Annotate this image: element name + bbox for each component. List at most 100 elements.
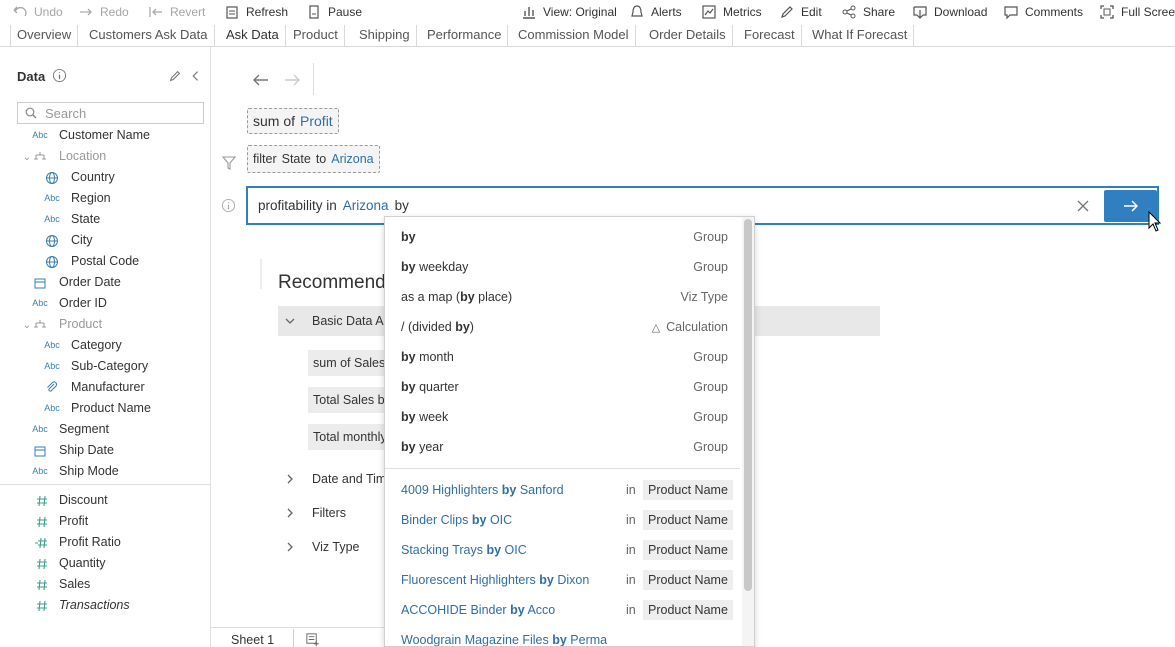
- rec-item[interactable]: Total monthly: [308, 424, 386, 450]
- field-item[interactable]: Abc Category: [0, 336, 210, 356]
- field-item[interactable]: Abc Ship Mode: [0, 462, 210, 482]
- value-item[interactable]: Fluorescent Highlighters by Dixon in Produ…: [385, 565, 740, 595]
- field-item[interactable]: Order Date: [0, 273, 210, 293]
- back-arrow-icon[interactable]: [252, 72, 270, 88]
- field-item[interactable]: ⌄ Location: [0, 147, 210, 167]
- in-label: in: [626, 513, 636, 527]
- field-item[interactable]: Ship Date: [0, 441, 210, 461]
- field-item[interactable]: Abc Order ID: [0, 294, 210, 314]
- chevron-right-icon[interactable]: [286, 542, 294, 552]
- edit-button[interactable]: Edit: [779, 0, 822, 24]
- redo-button[interactable]: Redo: [78, 0, 129, 24]
- value-item[interactable]: Stacking Trays by OIC in Product Name: [385, 535, 740, 565]
- field-item[interactable]: ⌄ Product: [0, 315, 210, 335]
- new-sheet-icon[interactable]: [305, 632, 320, 647]
- field-item[interactable]: Abc Product Name: [0, 399, 210, 419]
- download-button[interactable]: Download: [912, 0, 987, 24]
- measure-item[interactable]: Discount: [0, 491, 210, 511]
- chevron-right-icon[interactable]: [286, 474, 294, 484]
- query-text-state: Arizona: [342, 198, 389, 213]
- tab-forecast[interactable]: Forecast: [738, 25, 802, 46]
- rec-item[interactable]: Total Sales by: [308, 387, 386, 413]
- tab-shipping[interactable]: Shipping: [353, 25, 417, 46]
- tab-order-details[interactable]: Order Details: [643, 25, 733, 46]
- share-button[interactable]: Share: [841, 0, 895, 24]
- field-item[interactable]: Abc State: [0, 210, 210, 230]
- tab-performance[interactable]: Performance: [421, 25, 509, 46]
- value-item[interactable]: Binder Clips by OIC in Product Name: [385, 505, 740, 535]
- collapse-chevron-icon[interactable]: [189, 69, 201, 83]
- section-filters[interactable]: Filters: [312, 506, 346, 520]
- field-label: Postal Code: [71, 254, 140, 268]
- field-item[interactable]: City: [0, 231, 210, 251]
- forward-arrow-icon[interactable]: [283, 72, 301, 88]
- rec-item[interactable]: sum of Sales: [308, 350, 386, 376]
- filter-state-pill[interactable]: filter State to Arizona: [247, 145, 380, 173]
- comments-label: Comments: [1025, 5, 1084, 19]
- suggestion-item[interactable]: / (divided by) △ Calculation: [385, 312, 740, 342]
- section-viz-type[interactable]: Viz Type: [312, 540, 360, 554]
- sheet-tab[interactable]: Sheet 1: [231, 633, 274, 647]
- suggestion-item[interactable]: by Group: [385, 222, 740, 252]
- suggestion-item[interactable]: by week Group: [385, 402, 740, 432]
- pause-button[interactable]: Pause: [306, 0, 362, 24]
- suggestion-item[interactable]: by quarter Group: [385, 372, 740, 402]
- tab-product[interactable]: Product: [287, 25, 345, 46]
- basic-data-label: Basic Data Ar: [312, 314, 388, 328]
- value-item[interactable]: 4009 Highlighters by Sanford in Product Na…: [385, 475, 740, 505]
- toolbar: Undo Redo Revert Refresh Pause View: Ori…: [0, 0, 1175, 24]
- measure-item[interactable]: Sales: [0, 575, 210, 595]
- suggestion-item[interactable]: as a map (by place) Viz Type: [385, 282, 740, 312]
- view-original-button[interactable]: View: Original: [521, 0, 617, 24]
- suggestion-item[interactable]: by weekday Group: [385, 252, 740, 282]
- measure-item[interactable]: Profit: [0, 512, 210, 532]
- measure-item[interactable]: Profit Ratio: [0, 533, 210, 553]
- value-item[interactable]: Woodgrain Magazine Files by Perma: [385, 625, 740, 646]
- info-icon[interactable]: [52, 68, 67, 83]
- tab-what-if-forecast[interactable]: What If Forecast: [806, 25, 915, 46]
- sum-profit-pill[interactable]: sum of Profit: [247, 108, 339, 134]
- comments-button[interactable]: Comments: [1003, 0, 1083, 24]
- tab-ask-data[interactable]: Ask Data: [220, 25, 286, 46]
- field-item[interactable]: Manufacturer: [0, 378, 210, 398]
- search-input[interactable]: Search: [17, 102, 204, 124]
- suggestion-item[interactable]: by month Group: [385, 342, 740, 372]
- suggestion-item[interactable]: by year Group: [385, 432, 740, 462]
- value-item[interactable]: ACCOHIDE Binder by Acco in Product Name: [385, 595, 740, 625]
- field-item[interactable]: Postal Code: [0, 252, 210, 272]
- tab-customers-ask-data[interactable]: Customers Ask Data: [83, 25, 215, 46]
- field-item[interactable]: Abc Region: [0, 189, 210, 209]
- chevron-right-icon[interactable]: [286, 508, 294, 518]
- recommended-title: Recommende: [278, 272, 397, 293]
- measure-label: Profit: [59, 514, 89, 528]
- alerts-button[interactable]: Alerts: [629, 0, 682, 24]
- undo-icon: [13, 6, 27, 17]
- tab-bar: Overview Customers Ask Data Ask Data Pro…: [0, 25, 1175, 47]
- field-item[interactable]: Abc Customer Name: [0, 126, 210, 146]
- tab-overview[interactable]: Overview: [10, 25, 79, 46]
- fullscreen-button[interactable]: Full Scree: [1099, 0, 1175, 24]
- refresh-button[interactable]: Refresh: [224, 0, 288, 24]
- field-item[interactable]: Abc Sub-Category: [0, 357, 210, 377]
- edit-pencil-icon[interactable]: [168, 69, 182, 83]
- dropdown-scroll-thumb[interactable]: [744, 219, 752, 591]
- measure-item[interactable]: Quantity: [0, 554, 210, 574]
- section-date-time[interactable]: Date and Tim: [312, 472, 386, 486]
- tab-commission-model[interactable]: Commission Model: [512, 25, 636, 46]
- field-item[interactable]: Country: [0, 168, 210, 188]
- metrics-button[interactable]: Metrics: [701, 0, 762, 24]
- query-info-icon[interactable]: [221, 198, 236, 213]
- measure-item[interactable]: Transactions: [0, 596, 210, 616]
- field-item[interactable]: Abc Segment: [0, 420, 210, 440]
- metrics-icon: [702, 5, 716, 19]
- in-label: in: [626, 603, 636, 617]
- undo-button[interactable]: Undo: [12, 0, 63, 24]
- triangle-icon: △: [651, 322, 661, 334]
- clear-icon[interactable]: [1077, 200, 1089, 212]
- field-label: Ship Date: [59, 443, 114, 457]
- link-icon: [43, 381, 61, 397]
- measure-number-icon: [33, 557, 51, 573]
- revert-button[interactable]: Revert: [148, 0, 205, 24]
- suggestion-type: Viz Type: [680, 290, 729, 304]
- measure-label: Discount: [59, 493, 108, 507]
